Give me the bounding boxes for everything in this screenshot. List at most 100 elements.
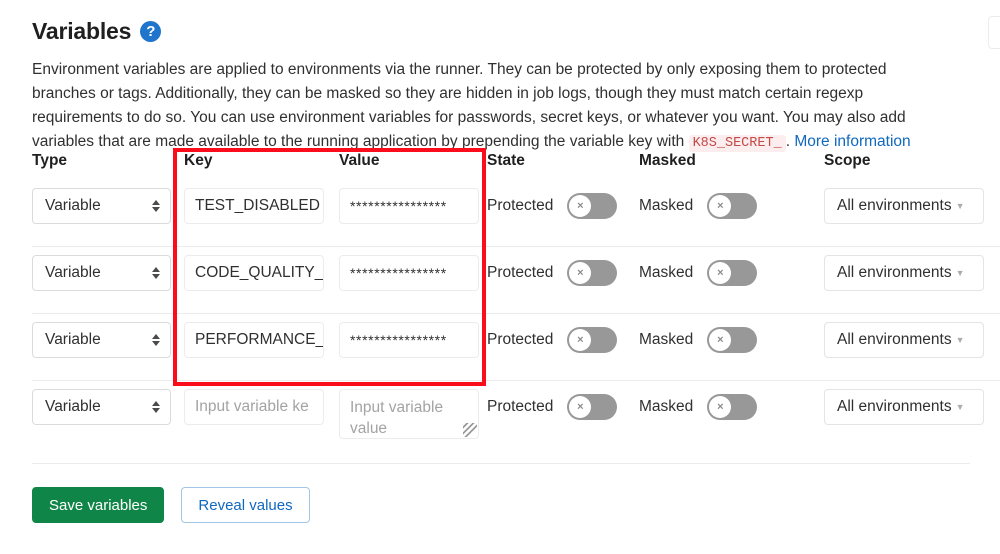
- save-variables-button[interactable]: Save variables: [32, 487, 165, 523]
- scope-select[interactable]: All environments ▼: [824, 389, 984, 425]
- cell-type: Variable: [32, 188, 184, 224]
- table-row: Variable CODE_QUALITY_ **************** …: [32, 247, 1000, 314]
- toggle-knob-off-icon: ×: [709, 195, 732, 217]
- cell-key: PERFORMANCE_: [184, 322, 339, 358]
- type-select[interactable]: Variable: [32, 322, 171, 358]
- description-text: Environment variables are applied to env…: [32, 58, 937, 156]
- protected-toggle[interactable]: ×: [567, 327, 618, 353]
- footer-divider: [32, 463, 970, 464]
- reveal-values-button[interactable]: Reveal values: [181, 487, 310, 523]
- protected-toggle[interactable]: ×: [567, 260, 618, 286]
- cell-state: Protected ×: [487, 255, 639, 291]
- cell-type: Variable: [32, 322, 184, 358]
- toggle-knob-off-icon: ×: [569, 396, 592, 418]
- column-header-state: State: [487, 152, 525, 169]
- scope-select[interactable]: All environments ▼: [824, 188, 984, 224]
- value-textarea-placeholder: Input variable value: [350, 399, 444, 437]
- cell-state: Protected ×: [487, 389, 639, 425]
- masked-toggle[interactable]: ×: [707, 260, 758, 286]
- cell-value: ****************: [339, 322, 487, 358]
- table-row-new: Variable Input variable ke Input variabl…: [32, 381, 1000, 448]
- toggle-knob-off-icon: ×: [709, 262, 732, 284]
- scope-select[interactable]: All environments ▼: [824, 255, 984, 291]
- code-badge-k8s-secret: K8S_SECRET_: [688, 135, 786, 152]
- masked-label: Masked: [639, 197, 694, 214]
- masked-toggle[interactable]: ×: [707, 193, 758, 219]
- variables-settings-page: Variables ? Environment variables are ap…: [0, 0, 1000, 554]
- cell-masked: Masked ×: [639, 322, 824, 358]
- updown-arrows-icon: [152, 267, 160, 279]
- protected-label: Protected: [487, 331, 554, 348]
- masked-toggle[interactable]: ×: [707, 327, 758, 353]
- cell-masked: Masked ×: [639, 188, 824, 224]
- column-header-key: Key: [184, 152, 213, 169]
- scope-select-value: All environments: [837, 331, 952, 348]
- type-select[interactable]: Variable: [32, 255, 171, 291]
- masked-toggle-group: Masked ×: [639, 255, 758, 291]
- state-toggle-group: Protected ×: [487, 255, 618, 291]
- masked-label: Masked: [639, 331, 694, 348]
- cell-scope: All environments ▼: [824, 188, 1000, 224]
- masked-toggle-group: Masked ×: [639, 188, 758, 224]
- type-select-value: Variable: [45, 398, 101, 415]
- scope-select-value: All environments: [837, 197, 952, 214]
- cell-masked: Masked ×: [639, 255, 824, 291]
- protected-label: Protected: [487, 197, 554, 214]
- type-select-value: Variable: [45, 331, 101, 348]
- value-input[interactable]: ****************: [339, 188, 479, 224]
- cell-scope: All environments ▼: [824, 389, 1000, 425]
- value-input[interactable]: ****************: [339, 255, 479, 291]
- value-textarea[interactable]: Input variable value: [339, 389, 479, 439]
- variables-table: Type Key Value State Masked Scope Variab…: [32, 152, 1000, 448]
- chevron-down-icon: ▼: [955, 401, 965, 412]
- protected-toggle[interactable]: ×: [567, 394, 618, 420]
- column-header-value: Value: [339, 152, 380, 169]
- cell-state: Protected ×: [487, 188, 639, 224]
- key-input[interactable]: Input variable ke: [184, 389, 324, 425]
- type-select[interactable]: Variable: [32, 389, 171, 425]
- state-toggle-group: Protected ×: [487, 389, 618, 425]
- chevron-down-icon: ▼: [955, 200, 965, 211]
- cell-scope: All environments ▼: [824, 322, 1000, 358]
- masked-label: Masked: [639, 398, 694, 415]
- state-toggle-group: Protected ×: [487, 322, 618, 358]
- key-input[interactable]: TEST_DISABLED: [184, 188, 324, 224]
- masked-toggle-group: Masked ×: [639, 322, 758, 358]
- table-row: Variable TEST_DISABLED **************** …: [32, 180, 1000, 247]
- updown-arrows-icon: [152, 401, 160, 413]
- masked-toggle[interactable]: ×: [707, 394, 758, 420]
- column-header-masked: Masked: [639, 152, 696, 169]
- cell-scope: All environments ▼: [824, 255, 1000, 291]
- cell-value: ****************: [339, 188, 487, 224]
- protected-label: Protected: [487, 398, 554, 415]
- cell-type: Variable: [32, 255, 184, 291]
- state-toggle-group: Protected ×: [487, 188, 618, 224]
- footer-actions: Save variables Reveal values: [32, 487, 310, 523]
- cell-type: Variable: [32, 389, 184, 425]
- protected-label: Protected: [487, 264, 554, 281]
- toggle-knob-off-icon: ×: [569, 329, 592, 351]
- more-information-link[interactable]: More information: [794, 133, 910, 150]
- value-input[interactable]: ****************: [339, 322, 479, 358]
- protected-toggle[interactable]: ×: [567, 193, 618, 219]
- chevron-down-icon: ▼: [955, 334, 965, 345]
- type-select-value: Variable: [45, 197, 101, 214]
- cell-key: CODE_QUALITY_: [184, 255, 339, 291]
- resize-handle-icon[interactable]: [463, 423, 477, 437]
- masked-label: Masked: [639, 264, 694, 281]
- toggle-knob-off-icon: ×: [569, 262, 592, 284]
- type-select[interactable]: Variable: [32, 188, 171, 224]
- cell-state: Protected ×: [487, 322, 639, 358]
- type-select-value: Variable: [45, 264, 101, 281]
- question-circle-icon[interactable]: ?: [140, 21, 162, 42]
- key-input[interactable]: CODE_QUALITY_: [184, 255, 324, 291]
- scope-select-value: All environments: [837, 398, 952, 415]
- updown-arrows-icon: [152, 200, 160, 212]
- cell-key: TEST_DISABLED: [184, 188, 339, 224]
- scope-select[interactable]: All environments ▼: [824, 322, 984, 358]
- page-title-text: Variables: [32, 18, 132, 44]
- key-input[interactable]: PERFORMANCE_: [184, 322, 324, 358]
- page-title: Variables ?: [32, 18, 162, 45]
- table-row: Variable PERFORMANCE_ **************** P…: [32, 314, 1000, 381]
- partial-offscreen-button[interactable]: [988, 16, 1000, 49]
